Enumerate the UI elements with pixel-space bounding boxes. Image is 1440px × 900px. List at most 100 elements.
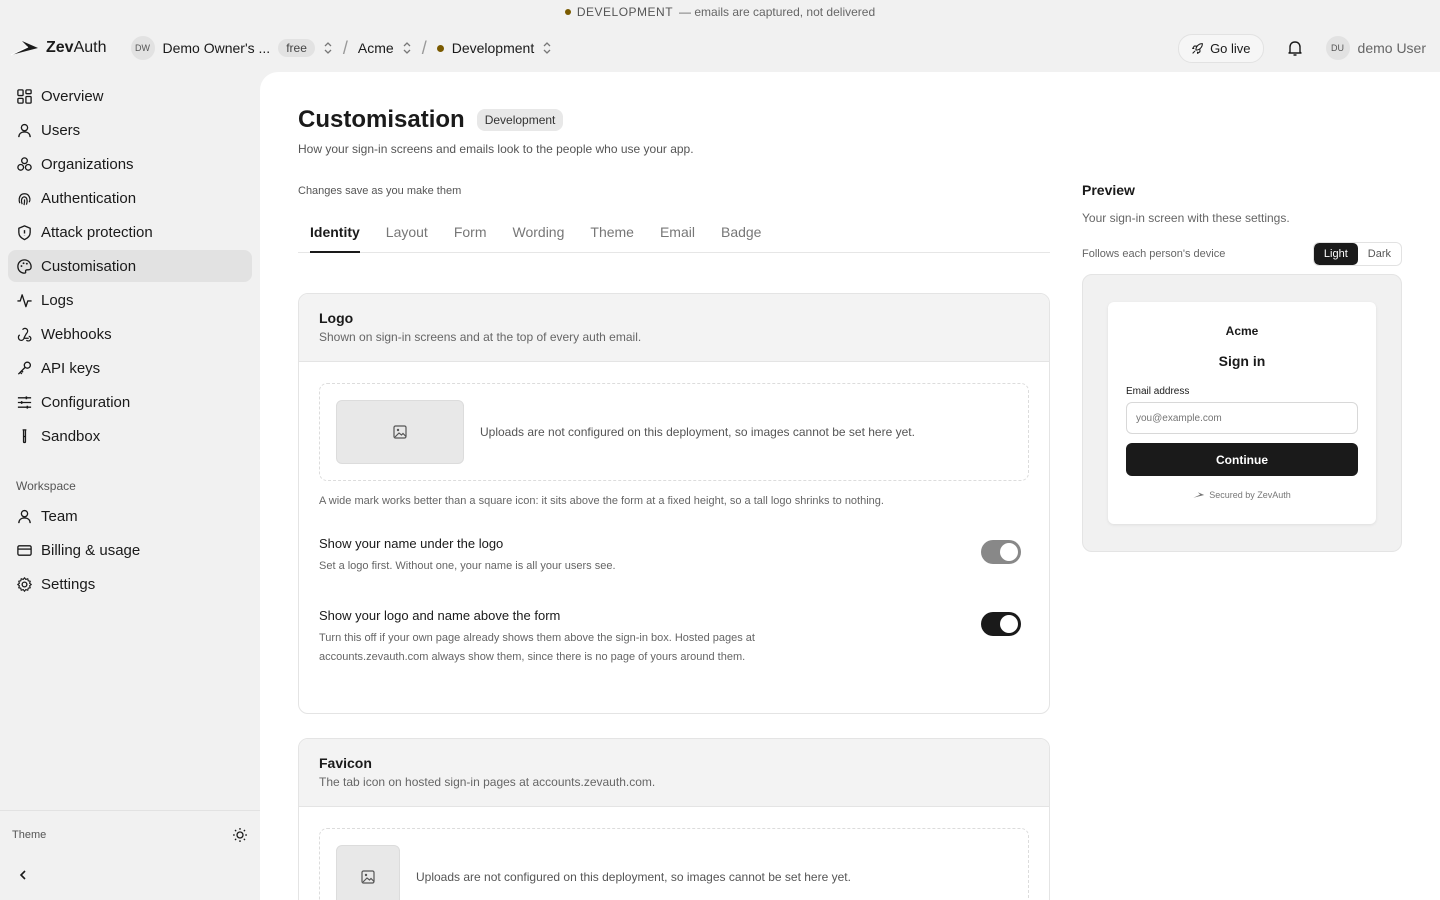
top-bar: ZevAuth DW Demo Owner's ... free / Acme … — [0, 24, 1440, 72]
sidebar-item-attack-protection[interactable]: Attack protection — [8, 216, 252, 248]
show-name-toggle[interactable] — [981, 540, 1021, 564]
user-avatar: DU — [1325, 36, 1350, 60]
sidebar-item-billing[interactable]: Billing & usage — [8, 534, 252, 566]
tab-badge[interactable]: Badge — [709, 218, 775, 252]
toggle-knob — [1000, 615, 1018, 633]
sidebar-item-label: Attack protection — [41, 223, 153, 241]
user-icon — [18, 123, 31, 137]
environment-status-dot — [436, 44, 444, 52]
logo-card-header: Logo Shown on sign-in screens and at the… — [299, 294, 1049, 362]
tab-email[interactable]: Email — [648, 218, 709, 252]
show-logo-toggle[interactable] — [981, 612, 1021, 636]
sidebar-item-label: Configuration — [41, 393, 131, 411]
toggle-knob — [1000, 543, 1018, 561]
sidebar: Overview Users Organizations Authenticat… — [0, 72, 260, 900]
rocket-icon — [1192, 42, 1203, 54]
brand-name: ZevAuth — [46, 39, 107, 56]
sidebar-item-users[interactable]: Users — [8, 114, 252, 146]
sidebar-item-label: API keys — [41, 359, 101, 377]
tab-identity[interactable]: Identity — [298, 218, 374, 253]
image-icon — [393, 425, 407, 439]
org-switcher[interactable]: Acme — [358, 40, 412, 56]
bell-icon[interactable] — [1286, 39, 1304, 57]
environment-banner: DEVELOPMENT — emails are captured, not d… — [0, 0, 1440, 24]
collapse-sidebar-button[interactable] — [16, 868, 30, 887]
logo-hint: A wide mark works better than a square i… — [319, 495, 884, 507]
main-content: Customisation Development How your sign-… — [260, 72, 1440, 900]
sidebar-item-label: Sandbox — [41, 427, 101, 445]
sidebar-item-label: Logs — [41, 291, 74, 309]
tab-layout[interactable]: Layout — [374, 218, 442, 252]
preview-heading: Sign in — [1218, 353, 1266, 369]
go-live-button[interactable]: Go live — [1178, 33, 1264, 63]
workspace-switcher[interactable]: DW Demo Owner's ... free — [130, 36, 333, 60]
sidebar-item-sandbox[interactable]: Sandbox — [8, 420, 252, 452]
sun-icon[interactable] — [232, 827, 248, 843]
environment-switcher[interactable]: Development — [436, 40, 553, 56]
sidebar-item-team[interactable]: Team — [8, 500, 252, 532]
logo-card: Logo Shown on sign-in screens and at the… — [298, 293, 1050, 714]
theme-label: Theme — [12, 828, 47, 841]
sidebar-item-label: Settings — [41, 575, 96, 593]
preview-mode-light[interactable]: Light — [1313, 243, 1358, 265]
sidebar-item-authentication[interactable]: Authentication — [8, 182, 252, 214]
setting-show-logo-above-form: Show your logo and name above the form T… — [319, 608, 1029, 667]
logo-upload-note: Uploads are not configured on this deplo… — [480, 425, 915, 439]
preview-title: Preview — [1082, 182, 1135, 198]
chevron-updown-icon — [324, 42, 332, 54]
shield-icon — [18, 224, 31, 240]
environment-note: — emails are captured, not delivered — [679, 5, 876, 19]
image-icon — [361, 870, 375, 884]
sidebar-item-label: Customisation — [41, 257, 137, 275]
tab-form[interactable]: Form — [442, 218, 501, 252]
preview-signin-card: Acme Sign in Email address Continue Secu… — [1108, 302, 1376, 524]
brand-logo[interactable]: ZevAuth — [10, 38, 107, 58]
preview-panel: Preview Your sign-in screen with these s… — [1082, 182, 1402, 552]
setting-show-logo-description: Turn this off if your own page already s… — [319, 632, 755, 663]
favicon-upload-area: Uploads are not configured on this deplo… — [319, 828, 1029, 900]
preview-mode-dark[interactable]: Dark — [1358, 243, 1401, 265]
sidebar-item-api-keys[interactable]: API keys — [8, 352, 252, 384]
favicon-upload-note: Uploads are not configured on this deplo… — [416, 870, 851, 884]
workspace-section-label: Workspace — [16, 479, 76, 493]
preview-continue-button[interactable]: Continue — [1126, 443, 1358, 476]
preview-email-label: Email address — [1126, 386, 1190, 397]
tab-wording[interactable]: Wording — [501, 218, 579, 252]
preview-secured-by: Secured by ZevAuth — [1108, 490, 1376, 500]
sidebar-item-settings[interactable]: Settings — [8, 568, 252, 600]
chevron-updown-icon — [543, 42, 551, 54]
favicon-card-title: Favicon — [319, 755, 372, 771]
favicon-placeholder — [336, 845, 400, 900]
sidebar-item-webhooks[interactable]: Webhooks — [8, 318, 252, 350]
tab-theme[interactable]: Theme — [578, 218, 648, 252]
favicon-card-header: Favicon The tab icon on hosted sign-in p… — [299, 739, 1049, 807]
environment-badge: Development — [476, 109, 564, 131]
theme-row: Theme — [0, 810, 260, 858]
logo-placeholder — [336, 400, 464, 464]
favicon-card-description: The tab icon on hosted sign-in pages at … — [319, 775, 656, 789]
sidebar-item-label: Organizations — [41, 155, 134, 173]
sidebar-item-label: Team — [41, 507, 78, 525]
sidebar-item-logs[interactable]: Logs — [8, 284, 252, 316]
user-menu[interactable]: DU demo User — [1325, 36, 1426, 60]
secured-by-text: Secured by ZevAuth — [1209, 490, 1291, 500]
preview-frame: Acme Sign in Email address Continue Secu… — [1082, 274, 1402, 552]
credit-card-icon — [17, 544, 32, 556]
setting-show-logo-title: Show your logo and name above the form — [319, 608, 561, 623]
preview-mode-toggle: Light Dark — [1312, 242, 1402, 266]
page-title: Customisation — [298, 106, 465, 133]
sidebar-item-configuration[interactable]: Configuration — [8, 386, 252, 418]
setting-show-name-description: Set a logo first. Without one, your name… — [319, 560, 616, 572]
sidebar-item-overview[interactable]: Overview — [8, 80, 252, 112]
grid-icon — [17, 88, 32, 104]
logo-card-title: Logo — [319, 310, 354, 326]
breadcrumb-separator: / — [421, 37, 427, 58]
zevauth-logo-icon — [1193, 492, 1205, 498]
preview-email-input[interactable] — [1126, 402, 1358, 434]
tab-bar: Identity Layout Form Wording Theme Email… — [298, 218, 1050, 253]
environment-label: DEVELOPMENT — [576, 5, 674, 19]
sliders-icon — [17, 395, 32, 409]
page-subtitle: How your sign-in screens and emails look… — [298, 142, 694, 156]
sidebar-item-customisation[interactable]: Customisation — [8, 250, 252, 282]
sidebar-item-organizations[interactable]: Organizations — [8, 148, 252, 180]
